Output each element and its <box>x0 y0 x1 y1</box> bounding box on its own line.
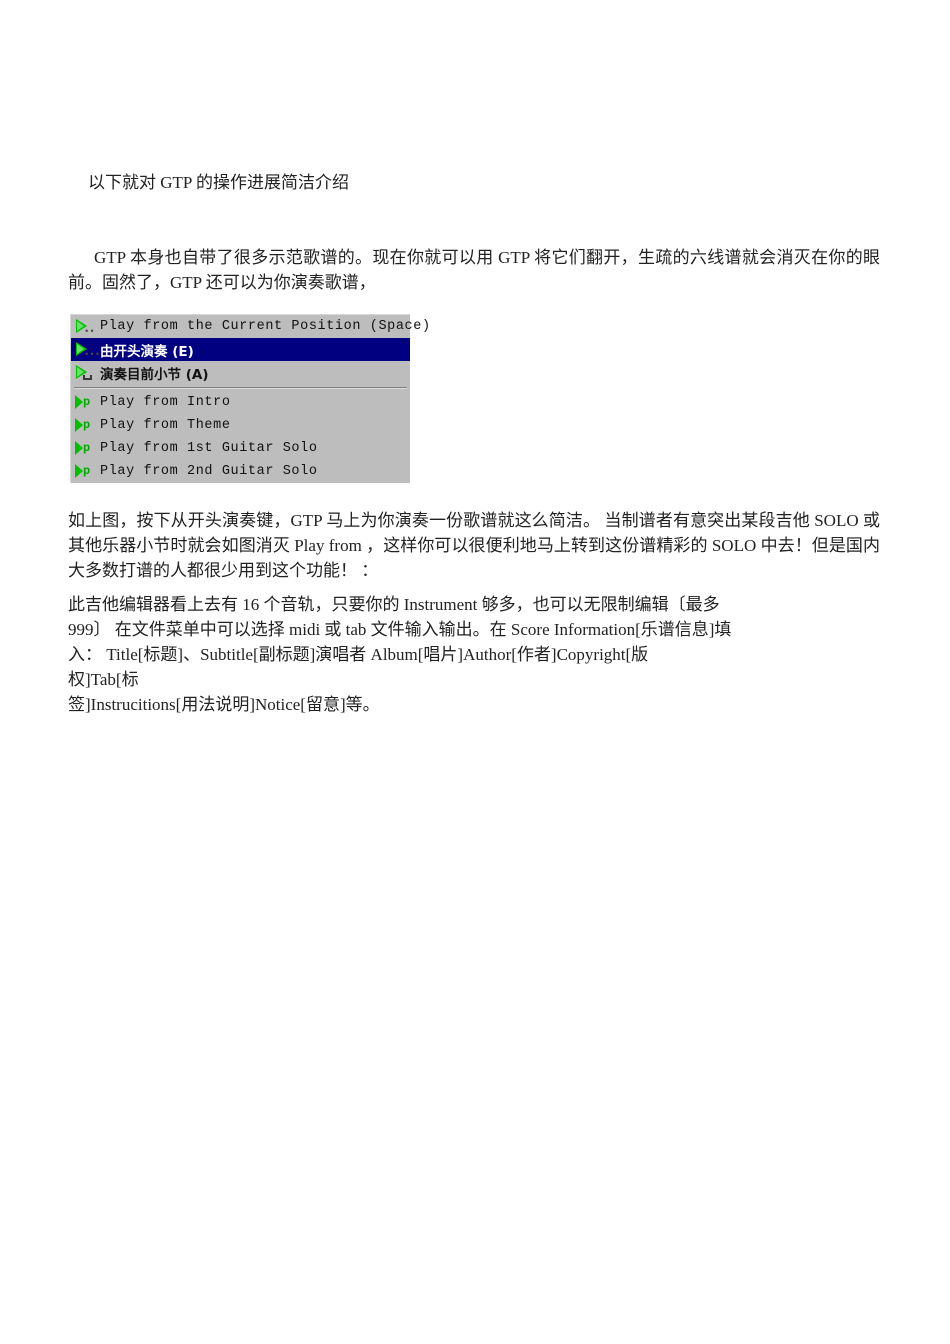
play-triangle-icon: ••• <box>75 341 100 360</box>
menu-item-label: Play from 1st Guitar Solo <box>100 441 318 456</box>
menu-separator <box>71 384 410 391</box>
menu-item-play-from-current-position[interactable]: •• Play from the Current Position (Space… <box>71 315 430 338</box>
menu-item-play-from-1st-guitar-solo[interactable]: p Play from 1st Guitar Solo <box>71 437 410 460</box>
paragraph-third: 如上图，按下从开头演奏键，GTP 马上为你演奏一份歌谱就这么简洁。 当制谱者有意… <box>68 511 880 580</box>
paragraph-intro: 以下就对 GTP 的操作进展简洁介绍 <box>88 173 349 192</box>
menu-item-label: 演奏目前小节 (A) <box>100 366 209 383</box>
gtp-play-menu-screenshot: •• Play from the Current Position (Space… <box>70 314 430 483</box>
play-marker-p-icon: p <box>75 417 94 434</box>
paragraph-second: GTP 本身也自带了很多示范歌谱的。现在你就可以用 GTP 将它们翻开，生疏的六… <box>68 245 880 295</box>
paragraph-fourth-line-5: 签]Instrucitions[用法说明]Notice[留意]等。 <box>68 695 380 714</box>
menu-item-play-from-intro[interactable]: p Play from Intro <box>71 391 410 414</box>
menu-item-play-from-2nd-guitar-solo[interactable]: p Play from 2nd Guitar Solo <box>71 460 410 483</box>
paragraph-second-text: GTP 本身也自带了很多示范歌谱的。现在你就可以用 GTP 将它们翻开，生疏的六… <box>68 248 880 292</box>
menu-item-play-current-measure[interactable]: 演奏目前小节 (A) <box>71 361 410 384</box>
paragraph-fourth-line-3: 入： Title[标题]、Subtitle[副标题]演唱者 Album[唱片]A… <box>68 645 649 664</box>
play-triangle-icon: •• <box>75 318 95 337</box>
paragraph-fourth: 此吉他编辑器看上去有 16 个音轨，只要你的 Instrument 够多，也可以… <box>68 592 888 717</box>
play-marker-p-icon: p <box>75 440 94 457</box>
paragraph-fourth-line-1: 此吉他编辑器看上去有 16 个音轨，只要你的 Instrument 够多，也可以… <box>68 595 720 614</box>
menu-item-label: 由开头演奏 (E) <box>100 343 194 360</box>
paragraph-fourth-line-2: 999〕 在文件菜单中可以选择 midi 或 tab 文件输入输出。在 Scor… <box>68 620 732 639</box>
menu-item-play-from-beginning[interactable]: ••• 由开头演奏 (E) <box>71 338 410 361</box>
menu-item-label: Play from Intro <box>100 395 231 410</box>
menu-item-label: Play from 2nd Guitar Solo <box>100 464 318 479</box>
document-page: 以下就对 GTP 的操作进展简洁介绍 GTP 本身也自带了很多示范歌谱的。现在你… <box>0 0 950 1344</box>
menu-item-label: Play from the Current Position (Space) <box>100 319 431 334</box>
play-marker-p-icon: p <box>75 394 94 411</box>
menu-item-label: Play from Theme <box>100 418 231 433</box>
play-triangle-icon <box>75 364 94 381</box>
menu-item-play-from-theme[interactable]: p Play from Theme <box>71 414 410 437</box>
play-marker-p-icon: p <box>75 463 94 480</box>
paragraph-fourth-line-4: 权]Tab[标 <box>68 670 139 689</box>
